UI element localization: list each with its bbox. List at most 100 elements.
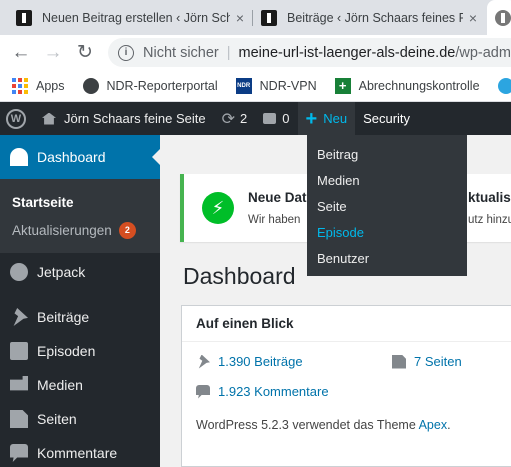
wp-logo-menu[interactable]: W — [0, 102, 34, 135]
close-tab-icon[interactable]: × — [236, 10, 244, 26]
forward-arrow-icon[interactable]: → — [37, 42, 69, 64]
menu-jetpack[interactable]: Jetpack — [0, 255, 160, 289]
new-menu-item-medien[interactable]: Medien — [307, 168, 467, 194]
theme-link[interactable]: Apex — [419, 418, 448, 432]
submenu-aktualisierungen[interactable]: Aktualisierungen 2 — [0, 216, 160, 244]
comments-count-label: 1.923 Kommentare — [218, 384, 329, 399]
bookmark-ndr-reporterportal[interactable]: NDR-Reporterportal — [82, 77, 218, 94]
menu-episoden[interactable]: Episoden — [0, 334, 160, 368]
new-menu-item-beitrag[interactable]: Beitrag — [307, 142, 467, 168]
menu-label: Beiträge — [37, 309, 90, 325]
url-host: meine-url-ist-laenger-als-deine.de — [238, 44, 456, 61]
plus-square-icon: + — [334, 77, 351, 94]
submenu-startseite[interactable]: Startseite — [0, 188, 160, 216]
notice-title: Neue Dat — [248, 190, 307, 205]
podcast-favicon-icon — [261, 9, 277, 26]
version-text: WordPress 5.2.3 verwendet das Theme — [196, 418, 419, 432]
tab-title: Neuen Beitrag erstellen ‹ Jörn Schaars f… — [42, 10, 230, 25]
comments-count-link[interactable]: 1.923 Kommentare — [196, 384, 329, 399]
address-bar[interactable]: i Nicht sicher | meine-url-ist-laenger-a… — [108, 38, 511, 67]
tab-title: Beiträge ‹ Jörn Schaars feines Podcast — [287, 10, 463, 25]
new-menu-item-benutzer[interactable]: Benutzer — [307, 246, 467, 272]
film-icon — [10, 342, 28, 360]
wp-admin-bar: W Jörn Schaars feine Seite ⟳ 2 0 + Neu S… — [0, 102, 511, 135]
lightning-bolt-icon: ⚡ — [202, 192, 234, 224]
bookmark-label: NDR-VPN — [259, 78, 317, 93]
media-icon — [10, 376, 28, 391]
new-content-menu[interactable]: + Neu — [297, 102, 356, 135]
posts-count-label: 1.390 Beiträge — [218, 354, 303, 369]
menu-seiten[interactable]: Seiten — [0, 402, 160, 436]
ndr-logo-icon: NDR — [235, 77, 252, 94]
widget-heading[interactable]: Auf einen Blick — [182, 306, 511, 342]
bookmark-label: Apps — [36, 78, 65, 93]
site-name-link[interactable]: Jörn Schaars feine Seite — [34, 102, 214, 135]
update-count-badge: 2 — [118, 221, 136, 239]
back-arrow-icon[interactable]: ← — [5, 42, 37, 64]
page-icon — [392, 354, 406, 369]
page-icon — [10, 410, 28, 428]
apps-grid-icon — [12, 77, 28, 94]
url-path: /wp-admin/ — [455, 44, 511, 61]
menu-dashboard[interactable]: Dashboard — [0, 135, 160, 179]
divider: | — [226, 44, 231, 61]
comments-count: 0 — [282, 111, 290, 126]
menu-medien[interactable]: Medien — [0, 368, 160, 402]
bookmark-ndr-vpn[interactable]: NDR NDR-VPN — [235, 77, 317, 94]
notice-title-continued: ktualisi — [468, 190, 511, 205]
page-title: Dashboard — [183, 263, 296, 289]
pushpin-icon — [198, 354, 210, 369]
menu-kommentare[interactable]: Kommentare — [0, 436, 160, 467]
reload-icon[interactable]: ↻ — [69, 41, 101, 64]
security-status: Nicht sicher — [143, 44, 219, 61]
bookmark-apps[interactable]: Apps — [12, 77, 65, 94]
jetpack-icon — [10, 263, 28, 281]
menu-beitraege[interactable]: Beiträge — [0, 300, 160, 334]
home-icon — [42, 112, 56, 125]
browser-tab[interactable]: Neuen Beitrag erstellen ‹ Jörn Schaars f… — [8, 0, 252, 35]
close-tab-icon[interactable]: × — [469, 10, 477, 26]
menu-label: Seiten — [37, 411, 77, 427]
wordpress-version-info: WordPress 5.2.3 verwendet das Theme Apex… — [196, 418, 451, 432]
new-label: Neu — [323, 111, 348, 126]
browser-toolbar: ← → ↻ i Nicht sicher | meine-url-ist-lae… — [0, 35, 511, 70]
admin-sidebar: Dashboard Startseite Aktualisierungen 2 … — [0, 135, 160, 467]
active-browser-tab[interactable] — [487, 0, 511, 35]
plus-icon: + — [305, 107, 318, 130]
update-icon: ⟳ — [221, 110, 236, 128]
pages-count-label: 7 Seiten — [414, 354, 462, 369]
updates-count: 2 — [240, 111, 248, 126]
bookmarks-bar: Apps NDR-Reporterportal NDR NDR-VPN + Ab… — [0, 70, 511, 102]
comment-bubble-icon — [263, 113, 277, 124]
menu-label: Dashboard — [37, 149, 106, 165]
browser-tab[interactable]: Beiträge ‹ Jörn Schaars feines Podcast × — [253, 0, 485, 35]
pushpin-icon — [13, 308, 28, 326]
wordpress-logo-icon: W — [6, 108, 26, 129]
submenu-label: Aktualisierungen — [12, 222, 112, 238]
security-menu[interactable]: Security — [355, 102, 418, 135]
new-menu-item-seite[interactable]: Seite — [307, 194, 467, 220]
updates-link[interactable]: ⟳ 2 — [214, 102, 256, 135]
pages-count-link[interactable]: 7 Seiten — [392, 354, 462, 369]
site-name: Jörn Schaars feine Seite — [64, 111, 206, 126]
version-text-end: . — [447, 418, 451, 432]
dashboard-submenu: Startseite Aktualisierungen 2 — [0, 179, 160, 253]
bookmark-telegram[interactable] — [497, 77, 511, 94]
wordpress-favicon-icon — [495, 9, 511, 26]
dashboard-gauge-icon — [10, 148, 28, 166]
podcast-favicon-icon — [16, 9, 32, 26]
bookmark-abrechnungskontrolle[interactable]: + Abrechnungskontrolle — [334, 77, 480, 94]
comment-icon — [196, 384, 210, 399]
security-label: Security — [363, 111, 411, 126]
info-icon[interactable]: i — [118, 44, 134, 61]
menu-label: Medien — [37, 377, 83, 393]
browser-tab-strip: Neuen Beitrag erstellen ‹ Jörn Schaars f… — [0, 0, 511, 35]
comments-link[interactable]: 0 — [255, 102, 297, 135]
notice-text-continued: utz hinzu — [468, 214, 511, 226]
posts-count-link[interactable]: 1.390 Beiträge — [196, 354, 303, 369]
submenu-label: Startseite — [12, 194, 74, 210]
menu-label: Kommentare — [37, 445, 118, 461]
menu-label: Episoden — [37, 343, 96, 359]
new-menu-item-episode[interactable]: Episode — [307, 220, 467, 246]
telegram-icon — [497, 77, 511, 94]
